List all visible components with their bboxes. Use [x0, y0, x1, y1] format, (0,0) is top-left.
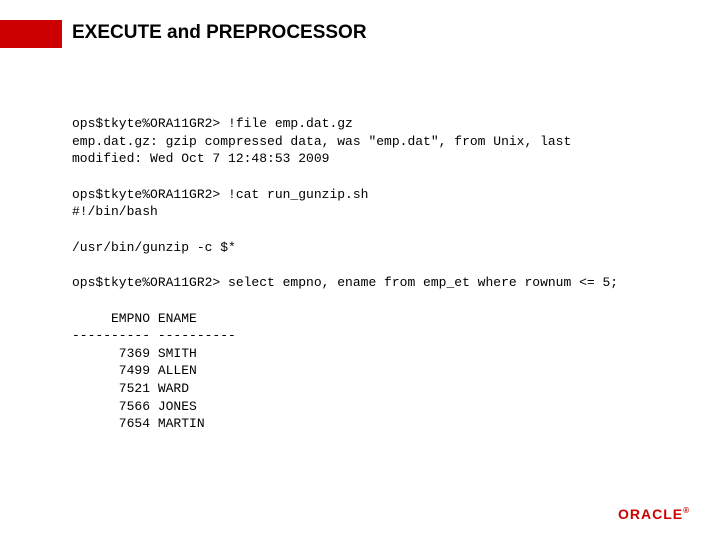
table-header: EMPNO ENAME	[72, 310, 680, 328]
table-row: 7499 ALLEN	[72, 362, 680, 380]
slide-title: EXECUTE and PREPROCESSOR	[72, 22, 367, 44]
terminal-line: modified: Wed Oct 7 12:48:53 2009	[72, 150, 680, 168]
table-row: 7566 JONES	[72, 398, 680, 416]
terminal-line: ops$tkyte%ORA11GR2> !cat run_gunzip.sh	[72, 186, 680, 204]
table-row: 7521 WARD	[72, 380, 680, 398]
select-command-block: ops$tkyte%ORA11GR2> select empno, ename …	[72, 274, 680, 292]
logo-text: ORACLE	[618, 506, 683, 522]
terminal-line: ops$tkyte%ORA11GR2> select empno, ename …	[72, 274, 680, 292]
table-row: 7369 SMITH	[72, 345, 680, 363]
terminal-content: ops$tkyte%ORA11GR2> !file emp.dat.gz emp…	[72, 115, 680, 451]
file-command-block: ops$tkyte%ORA11GR2> !file emp.dat.gz emp…	[72, 115, 680, 168]
cat-command-block: ops$tkyte%ORA11GR2> !cat run_gunzip.sh #…	[72, 186, 680, 221]
table-separator: ---------- ----------	[72, 327, 680, 345]
oracle-logo: ORACLE®	[618, 506, 690, 522]
terminal-line: emp.dat.gz: gzip compressed data, was "e…	[72, 133, 680, 151]
query-result-table: EMPNO ENAME ---------- ---------- 7369 S…	[72, 310, 680, 433]
script-body-block: /usr/bin/gunzip -c $*	[72, 239, 680, 257]
table-row: 7654 MARTIN	[72, 415, 680, 433]
registered-mark: ®	[683, 506, 690, 515]
accent-bar	[0, 20, 62, 48]
terminal-line: ops$tkyte%ORA11GR2> !file emp.dat.gz	[72, 115, 680, 133]
terminal-line: /usr/bin/gunzip -c $*	[72, 239, 680, 257]
terminal-line: #!/bin/bash	[72, 203, 680, 221]
